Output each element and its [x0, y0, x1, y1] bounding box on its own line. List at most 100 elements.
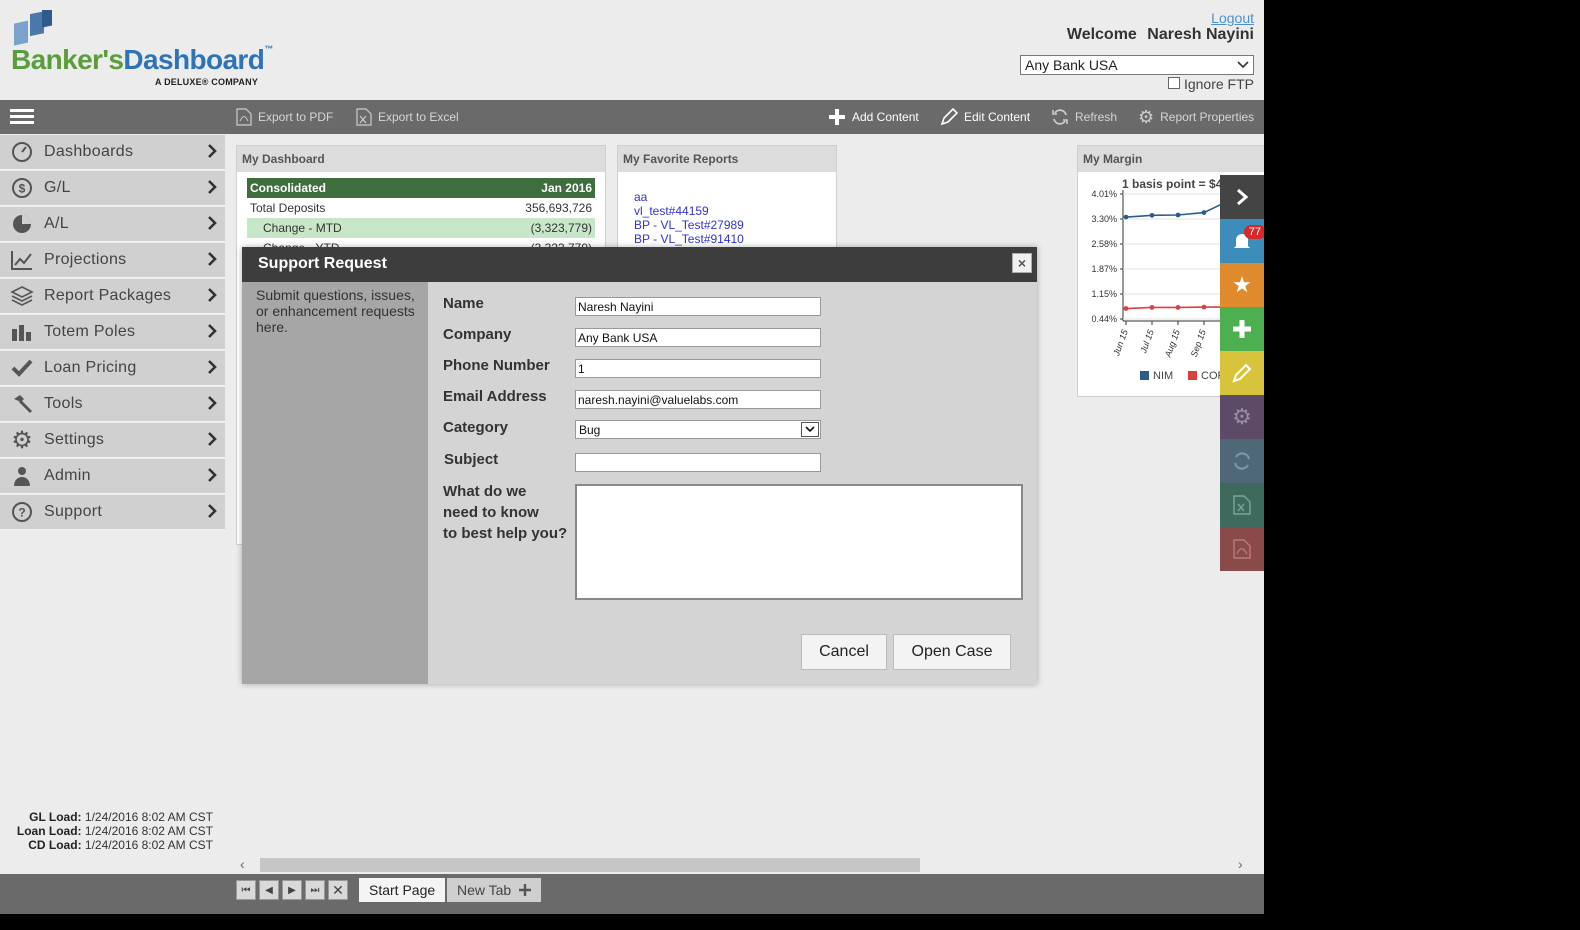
- bank-select-value: Any Bank USA: [1025, 57, 1118, 73]
- loan-load-value: 1/24/2016 8:02 AM CST: [84, 824, 213, 838]
- sidebar-item-label: Report Packages: [44, 287, 172, 304]
- row-label: Change - MTD: [263, 221, 342, 235]
- next-tab-icon[interactable]: ▶: [282, 880, 302, 900]
- scrollbar-thumb[interactable]: [260, 858, 920, 872]
- close-icon[interactable]: ×: [1012, 253, 1032, 273]
- data-point-cof: [1123, 306, 1129, 311]
- loan-load-label: Loan Load:: [16, 824, 82, 838]
- plus-icon: [1233, 320, 1251, 338]
- chevron-right-icon: [199, 250, 225, 271]
- pencil-icon: [1232, 363, 1252, 383]
- cancel-button[interactable]: Cancel: [801, 634, 887, 670]
- sidebar-item-settings[interactable]: ⚙ Settings: [0, 423, 225, 458]
- edit-content-button[interactable]: Edit Content: [940, 100, 1030, 134]
- export-excel-button[interactable]: Export to Excel: [356, 100, 459, 134]
- tab-bar: ⏮ ◀ ▶ ⏭ ✕ Start Page New Tab: [0, 874, 1264, 914]
- sidebar-item-totem-poles[interactable]: Totem Poles: [0, 315, 225, 350]
- logout-link[interactable]: Logout: [1211, 10, 1254, 26]
- report-properties-button[interactable]: ⚙ Report Properties: [1138, 100, 1254, 134]
- sidebar-item-admin[interactable]: Admin: [0, 459, 225, 494]
- modal-header: Support Request ×: [242, 247, 1037, 282]
- line-chart-icon: [0, 243, 44, 278]
- refresh-strip-button[interactable]: [1220, 439, 1264, 483]
- data-point-cof: [1175, 305, 1181, 310]
- excel-icon: [1233, 495, 1251, 515]
- company-label: Company: [443, 326, 512, 343]
- chevron-right-icon: [1237, 188, 1249, 206]
- name-field[interactable]: Naresh Nayini: [575, 297, 821, 316]
- data-point-cof: [1201, 304, 1207, 310]
- chevron-down-icon: [1237, 61, 1249, 69]
- svg-text:?: ?: [18, 506, 25, 520]
- previous-tab-icon[interactable]: ◀: [259, 880, 279, 900]
- favorite-link[interactable]: vl_test#44159: [634, 204, 744, 218]
- dashboard-icon: [0, 135, 44, 170]
- toolbar: Export to PDF Export to Excel Add Conten…: [0, 100, 1264, 134]
- company-field[interactable]: Any Bank USA: [575, 328, 821, 347]
- y-tick-label: 4.01%: [1091, 189, 1117, 199]
- svg-text:$: $: [19, 182, 26, 196]
- add-content-strip-button[interactable]: [1220, 307, 1264, 351]
- bank-select[interactable]: Any Bank USA: [1020, 55, 1254, 75]
- plus-icon: [519, 884, 532, 896]
- close-tab-icon[interactable]: ✕: [328, 880, 348, 900]
- action-strip: 77 ★ ⚙: [1220, 175, 1264, 573]
- dollar-icon: $: [0, 171, 44, 206]
- scroll-left-icon[interactable]: ‹: [240, 856, 245, 872]
- refresh-label: Refresh: [1075, 110, 1118, 124]
- subject-field[interactable]: [575, 453, 821, 472]
- logo-text: Banker'sDashboard™: [11, 44, 273, 75]
- ignore-ftp-checkbox[interactable]: [1167, 76, 1180, 89]
- ignore-ftp[interactable]: Ignore FTP: [1167, 76, 1254, 92]
- sidebar-item-loan-pricing[interactable]: Loan Pricing: [0, 351, 225, 386]
- sidebar-item-projections[interactable]: Projections: [0, 243, 225, 278]
- email-field[interactable]: naresh.nayini@valuelabs.com: [575, 390, 821, 409]
- export-pdf-button[interactable]: Export to PDF: [236, 100, 333, 134]
- add-content-button[interactable]: Add Content: [828, 100, 919, 134]
- chevron-right-icon: [199, 178, 225, 199]
- tab-start-page[interactable]: Start Page: [359, 878, 446, 902]
- check-icon: [0, 351, 44, 386]
- tab-new-tab[interactable]: New Tab: [447, 878, 542, 902]
- favorite-link[interactable]: BP - VL_Test#91410: [634, 232, 744, 246]
- sidebar-item-a-l[interactable]: A/L: [0, 207, 225, 242]
- chevron-down-icon: [801, 422, 819, 437]
- expand-strip-button[interactable]: [1220, 175, 1264, 219]
- report-properties-label: Report Properties: [1160, 110, 1255, 124]
- header: Banker'sDashboard™ A DELUXE® COMPANY Log…: [0, 0, 1264, 100]
- sidebar-item-support[interactable]: ? Support: [0, 495, 225, 530]
- horizontal-scrollbar[interactable]: ‹ ›: [238, 856, 1264, 873]
- open-case-button[interactable]: Open Case: [893, 634, 1011, 670]
- notifications-button[interactable]: 77: [1220, 219, 1264, 263]
- hammer-icon: [0, 387, 44, 422]
- export-excel-strip-button[interactable]: [1220, 483, 1264, 527]
- chevron-right-icon: [199, 358, 225, 379]
- phone-field[interactable]: 1: [575, 359, 821, 378]
- table-row[interactable]: Change - MTD (3,323,779): [247, 218, 595, 238]
- settings-strip-button[interactable]: ⚙: [1220, 395, 1264, 439]
- category-select[interactable]: Bug: [575, 420, 821, 439]
- sidebar-item-tools[interactable]: Tools: [0, 387, 225, 422]
- last-tab-icon[interactable]: ⏭: [305, 880, 325, 900]
- notification-count-badge: 77: [1243, 225, 1264, 239]
- edit-content-strip-button[interactable]: [1220, 351, 1264, 395]
- refresh-button[interactable]: Refresh: [1051, 100, 1117, 134]
- scroll-right-icon[interactable]: ›: [1238, 856, 1243, 872]
- favorite-link[interactable]: BP - VL_Test#27989: [634, 218, 744, 232]
- sidebar-item-dashboards[interactable]: Dashboards: [0, 135, 225, 170]
- sidebar-item-report-packages[interactable]: Report Packages: [0, 279, 225, 314]
- table-row[interactable]: Total Deposits 356,693,726: [247, 198, 595, 218]
- favorites-button[interactable]: ★: [1220, 263, 1264, 307]
- favorite-link[interactable]: aa: [634, 190, 744, 204]
- sidebar-item-g-l[interactable]: $ G/L: [0, 171, 225, 206]
- excel-icon: [356, 108, 372, 126]
- message-textarea[interactable]: [575, 484, 1023, 600]
- export-pdf-strip-button[interactable]: [1220, 527, 1264, 571]
- first-tab-icon[interactable]: ⏮: [236, 880, 256, 900]
- export-pdf-label: Export to PDF: [258, 110, 334, 124]
- hamburger-menu-icon[interactable]: [10, 109, 34, 127]
- chevron-right-icon: [199, 322, 225, 343]
- question-icon: ?: [0, 495, 44, 530]
- gear-icon: ⚙: [1232, 404, 1252, 429]
- gl-load-label: GL Load:: [29, 810, 82, 824]
